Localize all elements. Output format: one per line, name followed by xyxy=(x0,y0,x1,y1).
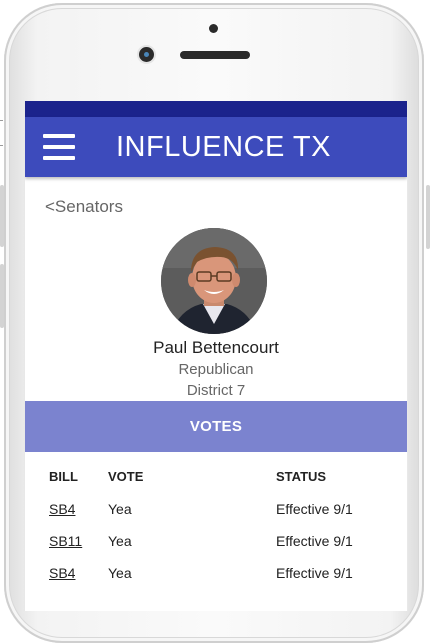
senator-name: Paul Bettencourt xyxy=(153,338,279,357)
column-header-status: STATUS xyxy=(276,469,327,484)
status-bar xyxy=(25,101,407,117)
table-row: SB4 Yea Effective 9/1 xyxy=(25,501,407,533)
senator-photo xyxy=(161,228,267,334)
senator-avatar xyxy=(161,228,267,334)
app-bar: INFLUENCE TX xyxy=(25,117,407,177)
votes-section-header: VOTES xyxy=(25,401,407,452)
column-header-vote: VOTE xyxy=(108,469,144,484)
frame-mark xyxy=(0,120,3,121)
vote-value: Yea xyxy=(108,565,132,581)
senator-district: District 7 xyxy=(186,382,246,399)
back-to-senators-link[interactable]: <Senators xyxy=(45,197,123,217)
power-button xyxy=(426,185,430,249)
vote-value: Yea xyxy=(108,501,132,517)
table-row: SB4 Yea Effective 9/1 xyxy=(25,565,407,597)
hamburger-menu-icon[interactable] xyxy=(43,134,75,160)
earpiece-speaker xyxy=(180,51,250,59)
bill-link[interactable]: SB4 xyxy=(49,565,75,581)
phone-screen: INFLUENCE TX <Senators Paul Bettencourt … xyxy=(24,101,408,611)
status-value: Effective 9/1 xyxy=(276,501,353,517)
status-value: Effective 9/1 xyxy=(276,565,353,581)
front-camera xyxy=(139,47,154,62)
bill-link[interactable]: SB11 xyxy=(49,533,82,549)
proximity-sensor xyxy=(209,24,218,33)
app-title: INFLUENCE TX xyxy=(116,130,331,163)
votes-table-header: BILL VOTE STATUS xyxy=(25,469,407,501)
votes-table: BILL VOTE STATUS SB4 Yea Effective 9/1 S… xyxy=(25,469,407,597)
vote-value: Yea xyxy=(108,533,132,549)
bill-link[interactable]: SB4 xyxy=(49,501,75,517)
table-row: SB11 Yea Effective 9/1 xyxy=(25,533,407,565)
frame-mark xyxy=(0,145,3,146)
senator-party: Republican xyxy=(178,361,254,378)
column-header-bill: BILL xyxy=(49,469,78,484)
volume-down-button xyxy=(0,264,4,328)
volume-up-button xyxy=(0,185,4,247)
status-value: Effective 9/1 xyxy=(276,533,353,549)
